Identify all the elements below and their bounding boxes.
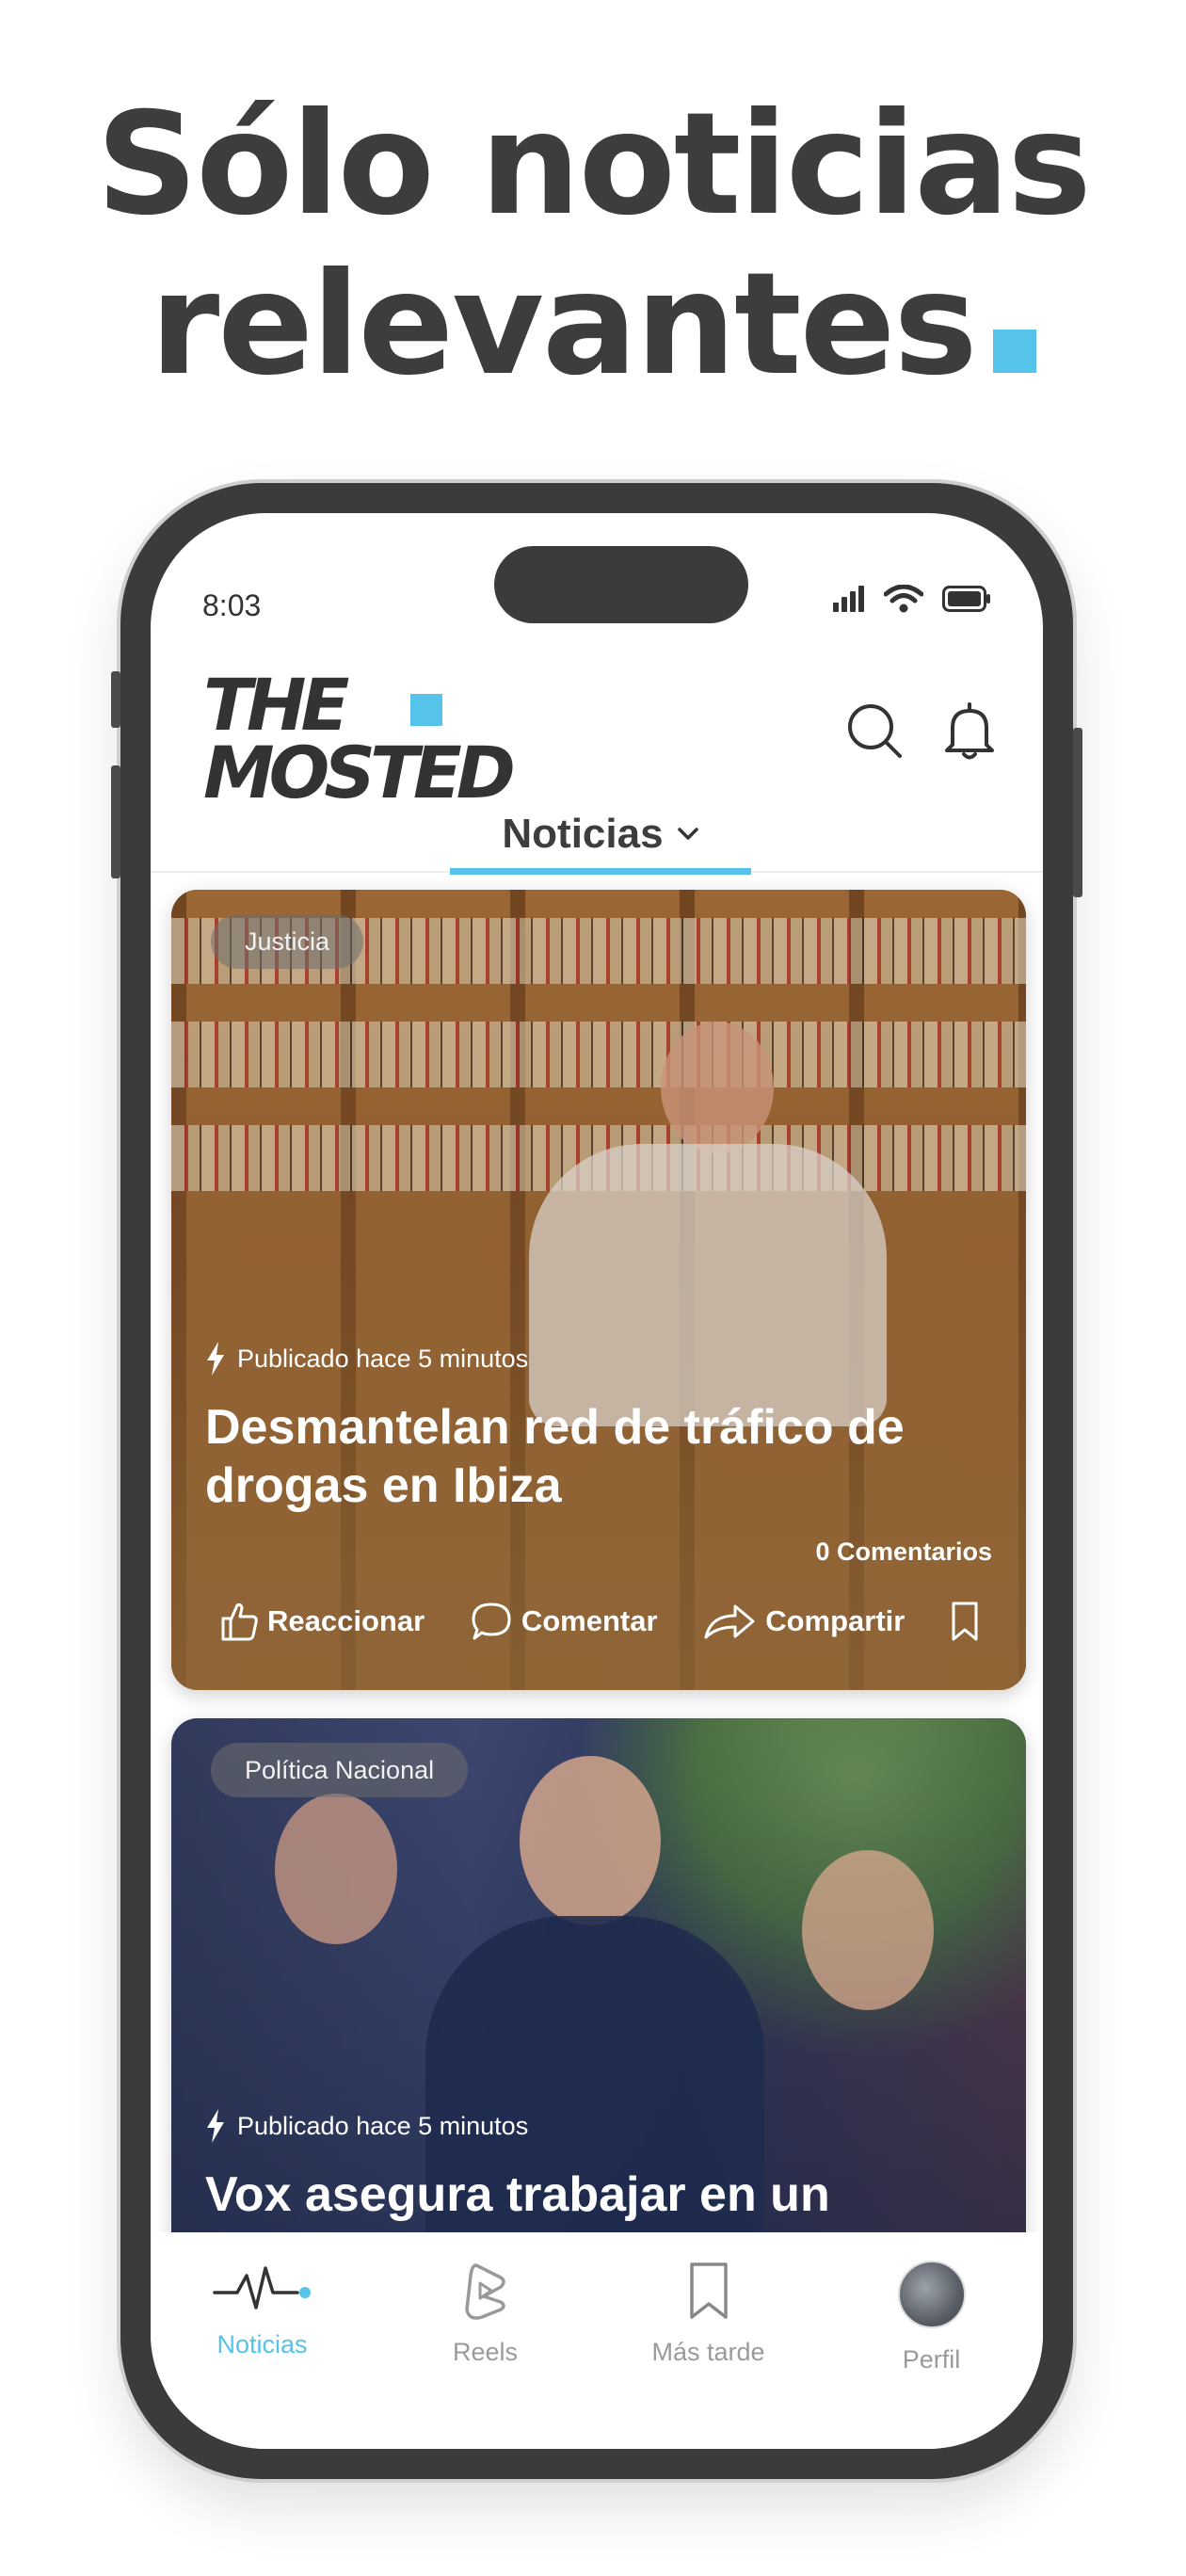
article-actions: Reaccionar Comentar Compartir [220,1601,979,1642]
bookmark-icon [689,2262,728,2319]
status-time: 8:03 [202,588,262,622]
published-time-text: Publicado hace 5 minutos [237,1344,529,1373]
reels-icon [464,2263,505,2320]
phone-frame: 8:03 THE MOSTED Noticias Justicia Public… [111,483,1082,2479]
pulse-icon [212,2266,311,2310]
lightning-icon [207,2109,224,2143]
nav-label-noticias: Noticias [216,2330,308,2359]
article-image-speaker-head [520,1756,661,1925]
article-card[interactable]: Justicia Publicado hace 5 minutos Desman… [171,890,1026,1690]
feed-selector: Noticias [151,796,1043,875]
header-actions [845,701,996,762]
accent-square [992,330,1036,373]
wifi-icon [884,585,923,613]
tab-noticias-label: Noticias [502,811,664,857]
app-logo[interactable]: THE MOSTED [203,669,516,809]
headline-line-2: relevantes [0,245,1186,405]
bottom-navigation: Noticias Reels Más tarde Perfil [151,2232,1043,2449]
share-button[interactable]: Compartir [703,1602,905,1640]
category-badge[interactable]: Política Nacional [211,1743,469,1797]
react-button[interactable]: Reaccionar [220,1602,425,1641]
status-icons [833,585,991,613]
bell-icon[interactable] [943,701,996,762]
comment-bubble-icon [472,1602,511,1640]
comment-count[interactable]: 0 Comentarios [815,1538,992,1567]
marketing-headline: Sólo noticias relevantes [0,85,1186,405]
thumbs-up-icon [221,1602,258,1641]
nav-item-perfil[interactable]: Perfil [820,2261,1043,2449]
comment-button-label: Comentar [521,1604,658,1637]
phone-power-button [1073,728,1082,897]
nav-label-perfil: Perfil [902,2345,961,2374]
share-arrow-icon [704,1604,755,1639]
published-time-text: Publicado hace 5 minutos [237,2111,529,2140]
article-title[interactable]: Desmantelan red de tráfico de drogas en … [205,1398,992,1515]
signal-icon [833,586,864,612]
bookmark-icon[interactable] [951,1601,979,1642]
logo-accent-square [410,694,442,726]
tab-noticias[interactable]: Noticias [450,796,751,875]
article-card[interactable]: Política Nacional Publicado hace 5 minut… [171,1718,1026,2321]
phone-side-button [111,671,120,728]
phone-volume-up [111,765,120,878]
nav-item-reels[interactable]: Reels [374,2261,597,2449]
article-image-person-body [529,1144,887,1426]
lightning-icon [207,1342,224,1376]
nav-label-mas-tarde: Más tarde [651,2338,765,2366]
article-image-person-left [275,1794,397,1944]
battery-icon [942,586,990,612]
dynamic-island [494,546,748,623]
share-button-label: Compartir [765,1604,906,1637]
comment-button[interactable]: Comentar [471,1602,658,1641]
chevron-down-icon [677,828,698,840]
headline-line-1: Sólo noticias [96,83,1092,247]
nav-item-noticias[interactable]: Noticias [151,2261,374,2449]
published-time: Publicado hace 5 minutos [205,1342,528,1376]
published-time: Publicado hace 5 minutos [205,2109,528,2143]
category-badge[interactable]: Justicia [211,914,364,969]
nav-label-reels: Reels [452,2338,519,2366]
avatar [897,2261,966,2328]
headline-line-2-text: relevantes [150,243,977,407]
search-icon[interactable] [845,701,904,760]
article-image-person-right [802,1850,934,2010]
phone-screen: 8:03 THE MOSTED Noticias Justicia Public… [151,513,1043,2449]
tab-active-indicator [450,868,751,875]
react-button-label: Reaccionar [267,1604,425,1637]
article-image-person-head [661,1022,774,1153]
nav-item-mas-tarde[interactable]: Más tarde [597,2261,820,2449]
